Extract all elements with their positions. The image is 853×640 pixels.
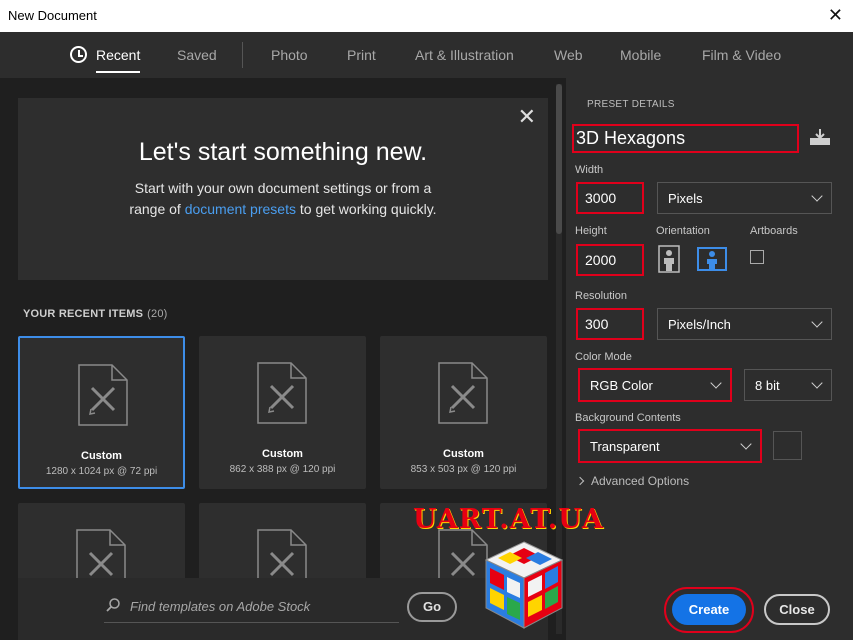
height-label: Height [575, 225, 607, 237]
resolution-label: Resolution [575, 290, 627, 302]
artboards-label: Artboards [750, 225, 798, 237]
height-input[interactable]: 2000 [578, 252, 616, 268]
recent-item-card[interactable] [18, 503, 185, 591]
welcome-banner: ✕ Let's start something new. Start with … [18, 98, 548, 280]
bit-depth-select[interactable]: 8 bit [744, 369, 832, 401]
recent-item-name: Custom [81, 450, 122, 462]
document-icon [257, 362, 307, 424]
recent-item-name: Custom [262, 448, 303, 460]
color-mode-value: RGB Color [590, 378, 653, 393]
bit-depth-value: 8 bit [755, 378, 780, 393]
tab-divider [242, 42, 243, 68]
tab-photo[interactable]: Photo [271, 47, 308, 63]
recent-item-size: 862 x 388 px @ 120 ppi [229, 464, 336, 475]
clock-icon [70, 46, 87, 63]
recent-item-size: 1280 x 1024 px @ 72 ppi [45, 466, 158, 477]
document-icon [78, 364, 128, 426]
tab-mobile[interactable]: Mobile [620, 47, 661, 63]
tab-art-illustration[interactable]: Art & Illustration [415, 47, 514, 63]
artboards-checkbox[interactable] [750, 250, 764, 264]
preset-details-panel: PRESET DETAILS 3D Hexagons Width 3000 Pi… [566, 78, 853, 640]
color-mode-label: Color Mode [575, 351, 632, 363]
recent-item-card[interactable] [199, 503, 366, 591]
recent-item-card[interactable]: Custom 1280 x 1024 px @ 72 ppi [18, 336, 185, 489]
recent-item-name: Custom [443, 448, 484, 460]
window-title: New Document [8, 8, 97, 23]
chevron-down-icon [710, 377, 722, 389]
recent-item-card[interactable]: Custom 853 x 503 px @ 120 ppi [380, 336, 547, 489]
resolution-unit-value: Pixels/Inch [668, 317, 731, 332]
recent-item-size: 853 x 503 px @ 120 ppi [410, 464, 517, 475]
background-contents-select[interactable]: Transparent [578, 429, 762, 463]
tab-saved[interactable]: Saved [177, 47, 217, 63]
background-contents-label: Background Contents [575, 412, 681, 424]
window-close-button[interactable]: ✕ [828, 5, 843, 26]
document-presets-link[interactable]: document presets [185, 201, 296, 217]
resolution-input[interactable]: 300 [578, 316, 608, 332]
search-icon [106, 598, 120, 612]
save-preset-icon[interactable] [809, 128, 831, 146]
watermark-text: UART.AT.UA [413, 504, 604, 535]
category-tabs: Recent Saved Photo Print Art & Illustrat… [0, 32, 853, 78]
background-color-swatch[interactable] [773, 431, 802, 460]
chevron-down-icon [811, 190, 823, 202]
width-input[interactable]: 3000 [578, 190, 616, 206]
document-name-field[interactable]: 3D Hexagons [572, 124, 799, 153]
go-button[interactable]: Go [407, 592, 457, 622]
banner-text: Start with your own document settings or… [118, 178, 448, 220]
active-tab-indicator [96, 71, 141, 73]
color-mode-select[interactable]: RGB Color [578, 368, 732, 402]
title-bar: New Document ✕ [0, 0, 853, 32]
tab-label: Recent [96, 47, 141, 63]
chevron-right-icon [575, 476, 585, 486]
tab-print[interactable]: Print [347, 47, 376, 63]
create-button[interactable]: Create [672, 594, 746, 625]
landscape-orientation-icon[interactable] [697, 245, 727, 273]
search-input[interactable]: Find templates on Adobe Stock [130, 599, 310, 614]
scrollbar-thumb[interactable] [556, 84, 562, 234]
banner-title: Let's start something new. [138, 138, 428, 166]
preset-details-heading: PRESET DETAILS [587, 99, 675, 110]
recent-count: (20) [147, 308, 168, 320]
tab-web[interactable]: Web [554, 47, 583, 63]
width-unit-select[interactable]: Pixels [657, 182, 832, 214]
background-contents-value: Transparent [590, 439, 660, 454]
stock-search-bar: Find templates on Adobe Stock Go [18, 578, 548, 640]
rubiks-cube-logo [484, 541, 564, 629]
banner-text-end: to get working quickly. [295, 201, 437, 217]
chevron-down-icon [811, 316, 823, 328]
resolution-unit-select[interactable]: Pixels/Inch [657, 308, 832, 340]
orientation-label: Orientation [656, 225, 710, 237]
width-label: Width [575, 164, 604, 176]
recent-items-heading: YOUR RECENT ITEMS (20) [23, 308, 168, 320]
banner-close-button[interactable]: ✕ [518, 104, 536, 130]
advanced-options-label: Advanced Options [591, 474, 690, 488]
width-unit-value: Pixels [668, 191, 703, 206]
chevron-down-icon [811, 377, 823, 389]
document-icon [438, 362, 488, 424]
search-underline [104, 622, 399, 623]
close-button[interactable]: Close [764, 594, 830, 625]
recent-item-card[interactable]: Custom 862 x 388 px @ 120 ppi [199, 336, 366, 489]
portrait-orientation-icon[interactable] [657, 245, 681, 273]
tab-film-video[interactable]: Film & Video [702, 47, 781, 63]
recent-heading-label: YOUR RECENT ITEMS [23, 308, 144, 320]
advanced-options-toggle[interactable]: Advanced Options [575, 474, 690, 488]
tab-recent[interactable]: Recent [70, 46, 141, 73]
chevron-down-icon [740, 438, 752, 450]
